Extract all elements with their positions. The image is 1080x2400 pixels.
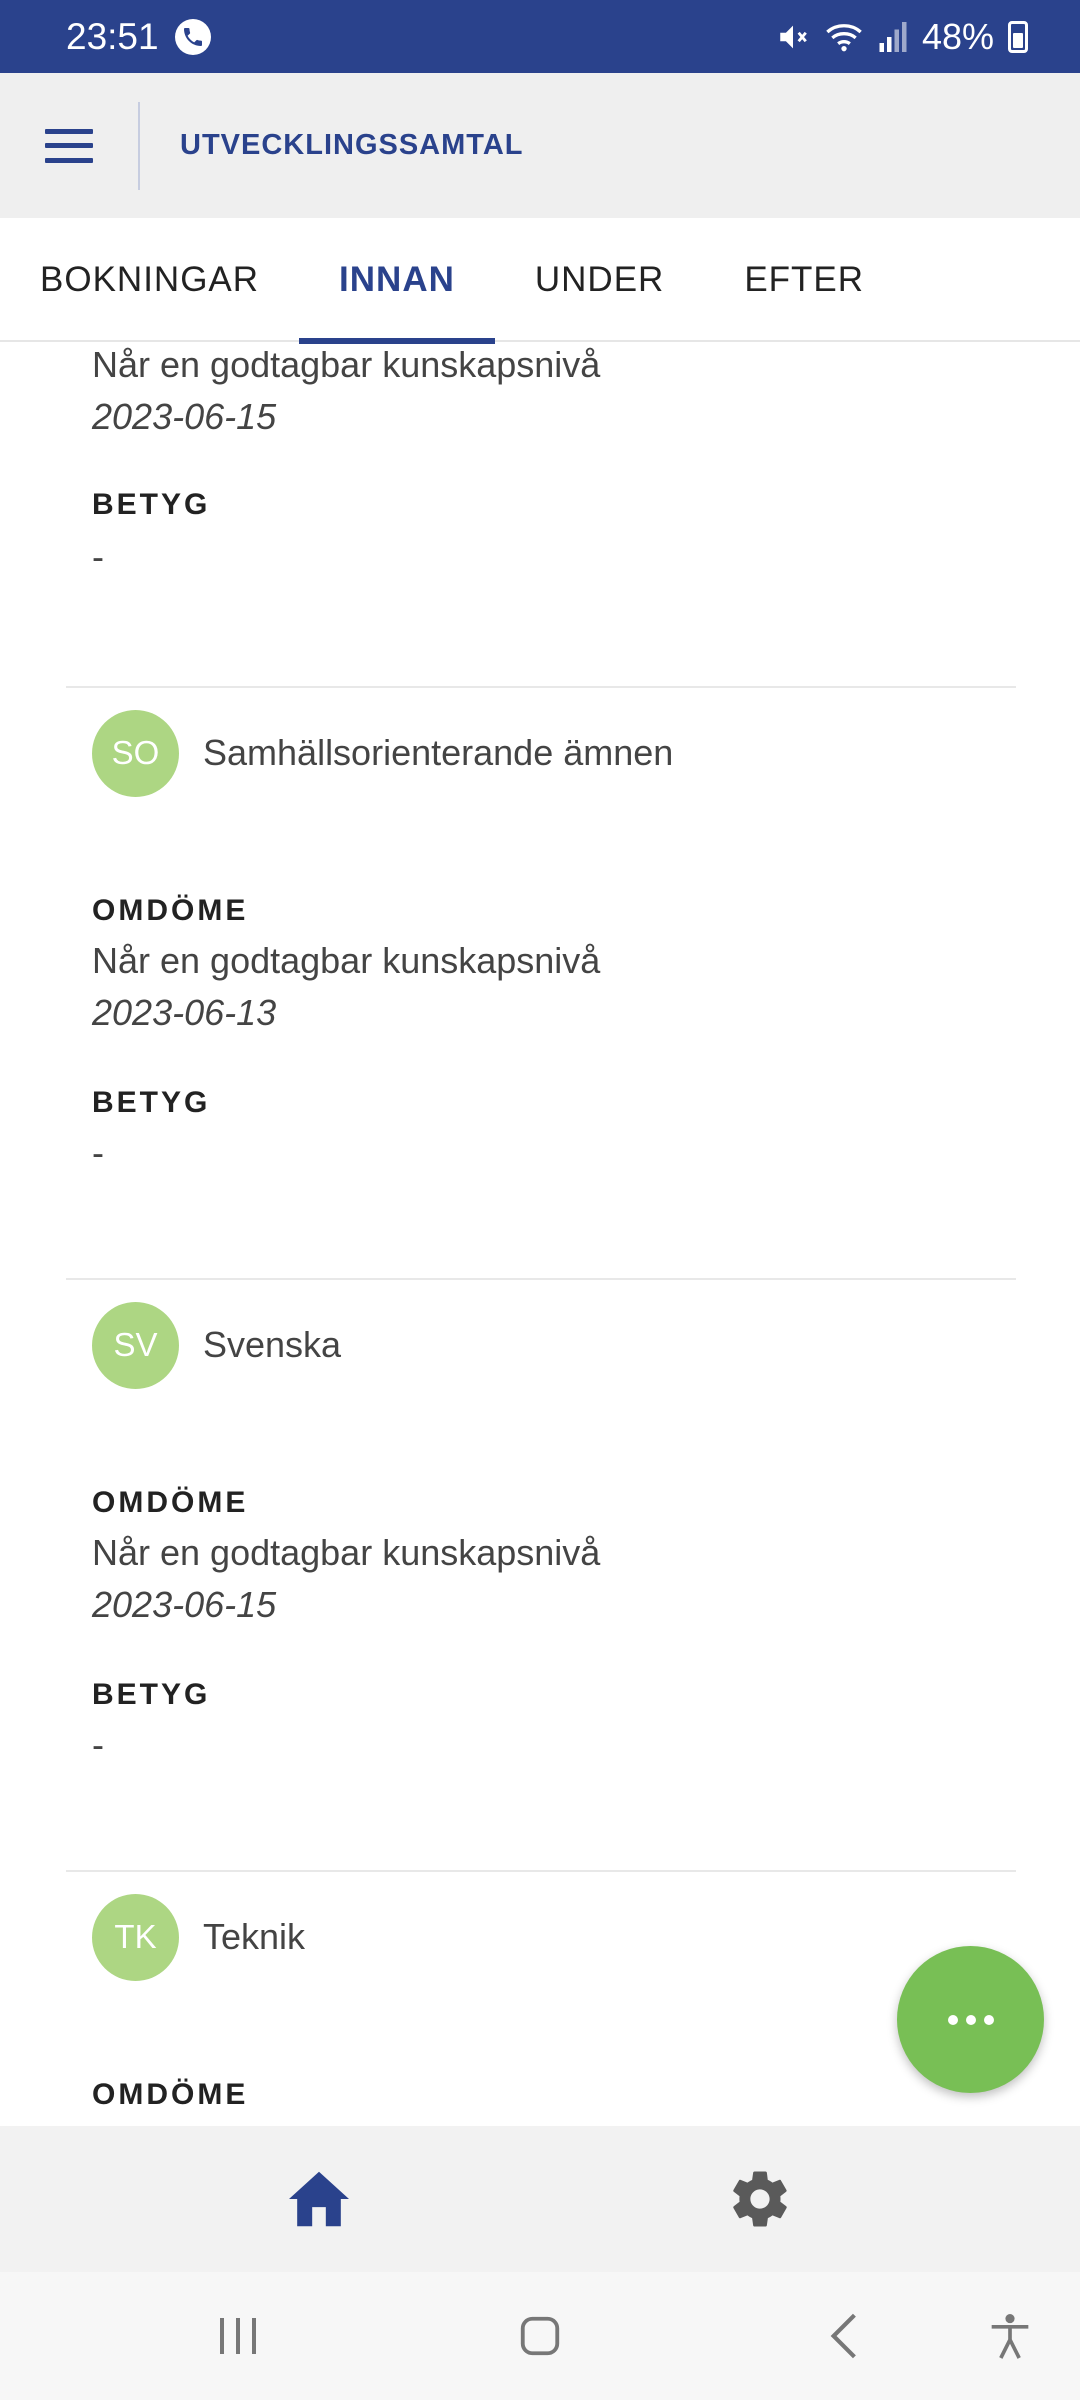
battery-percent: 48% (921, 15, 994, 57)
status-bar: 23:51 48% (0, 0, 1080, 73)
betyg-label: BETYG (92, 1086, 211, 1119)
accessibility-icon (991, 2314, 1029, 2359)
tab-efter[interactable]: EFTER (704, 218, 904, 342)
mute-icon (780, 25, 807, 48)
recent-apps-button[interactable] (206, 2304, 270, 2368)
tab-innan[interactable]: INNAN (299, 218, 495, 344)
omdome-value: Når en godtagbar kunskapsnivå (92, 940, 601, 981)
betyg-value: - (92, 1724, 104, 1765)
status-left: 23:51 (66, 16, 211, 58)
betyg-label: BETYG (92, 1678, 211, 1711)
signal-icon (879, 21, 907, 52)
subject-card-tk: TK Teknik OMDÖME (66, 1870, 1016, 2126)
system-navigation-bar (0, 2272, 1080, 2400)
back-chevron-icon (830, 2313, 856, 2359)
content-scroll-area[interactable]: Når en godtagbar kunskapsnivå 2023-06-15… (0, 344, 1080, 2126)
omdome-label: OMDÖME (92, 2078, 249, 2111)
betyg-value: - (92, 1132, 104, 1173)
recent-apps-icon (220, 2318, 256, 2354)
subject-header: SO Samhällsorienterande ämnen (66, 708, 673, 798)
omdome-date: 2023-06-15 (92, 396, 277, 437)
tab-bokningar[interactable]: BOKNINGAR (0, 218, 299, 342)
accessibility-button[interactable] (978, 2304, 1042, 2368)
page-title: UTVECKLINGSSAMTAL (180, 129, 524, 161)
subject-card-so: SO Samhällsorienterande ämnen OMDÖME Når… (66, 686, 1016, 1278)
status-time: 23:51 (66, 15, 159, 57)
phone-call-icon (174, 18, 211, 55)
home-system-button[interactable] (508, 2304, 572, 2368)
wifi-icon (826, 23, 862, 51)
subject-name: Svenska (203, 1324, 342, 1365)
tab-bar: BOKNINGAR INNAN UNDER EFTER (0, 218, 1080, 344)
more-actions-button[interactable] (897, 1946, 1044, 2093)
omdome-value: Når en godtagbar kunskapsnivå (92, 1532, 601, 1573)
omdome-label: OMDÖME (92, 1486, 249, 1519)
home-square-icon (520, 2316, 560, 2356)
home-icon (289, 2171, 349, 2227)
omdome-value: Når en godtagbar kunskapsnivå (92, 344, 601, 385)
betyg-value: - (92, 536, 104, 577)
subject-card-sv: SV Svenska OMDÖME Når en godtagbar kunsk… (66, 1278, 1016, 1870)
subject-header: TK Teknik (66, 1892, 305, 1982)
subject-avatar: SV (92, 1301, 179, 1389)
gear-icon (733, 2171, 787, 2227)
bottom-navigation (0, 2126, 1080, 2272)
nav-settings-button[interactable] (725, 2164, 795, 2234)
tab-under[interactable]: UNDER (495, 218, 704, 342)
back-button[interactable] (812, 2304, 876, 2368)
omdome-label: OMDÖME (92, 894, 249, 927)
nav-home-button[interactable] (284, 2164, 354, 2234)
subject-avatar: TK (92, 1893, 179, 1981)
app-header: UTVECKLINGSSAMTAL (0, 73, 1080, 218)
status-right: 48% (776, 16, 1028, 58)
menu-button[interactable] (0, 101, 140, 190)
omdome-date: 2023-06-15 (92, 1584, 277, 1625)
subject-avatar: SO (92, 709, 179, 797)
subject-name: Samhällsorienterande ämnen (203, 732, 674, 773)
more-horizontal-icon (947, 2014, 994, 2025)
subject-header: SV Svenska (66, 1300, 341, 1390)
hamburger-icon (45, 128, 93, 163)
subject-name: Teknik (203, 1916, 306, 1957)
omdome-date: 2023-06-13 (92, 992, 277, 1033)
betyg-label: BETYG (92, 488, 211, 521)
battery-icon (1008, 20, 1028, 53)
